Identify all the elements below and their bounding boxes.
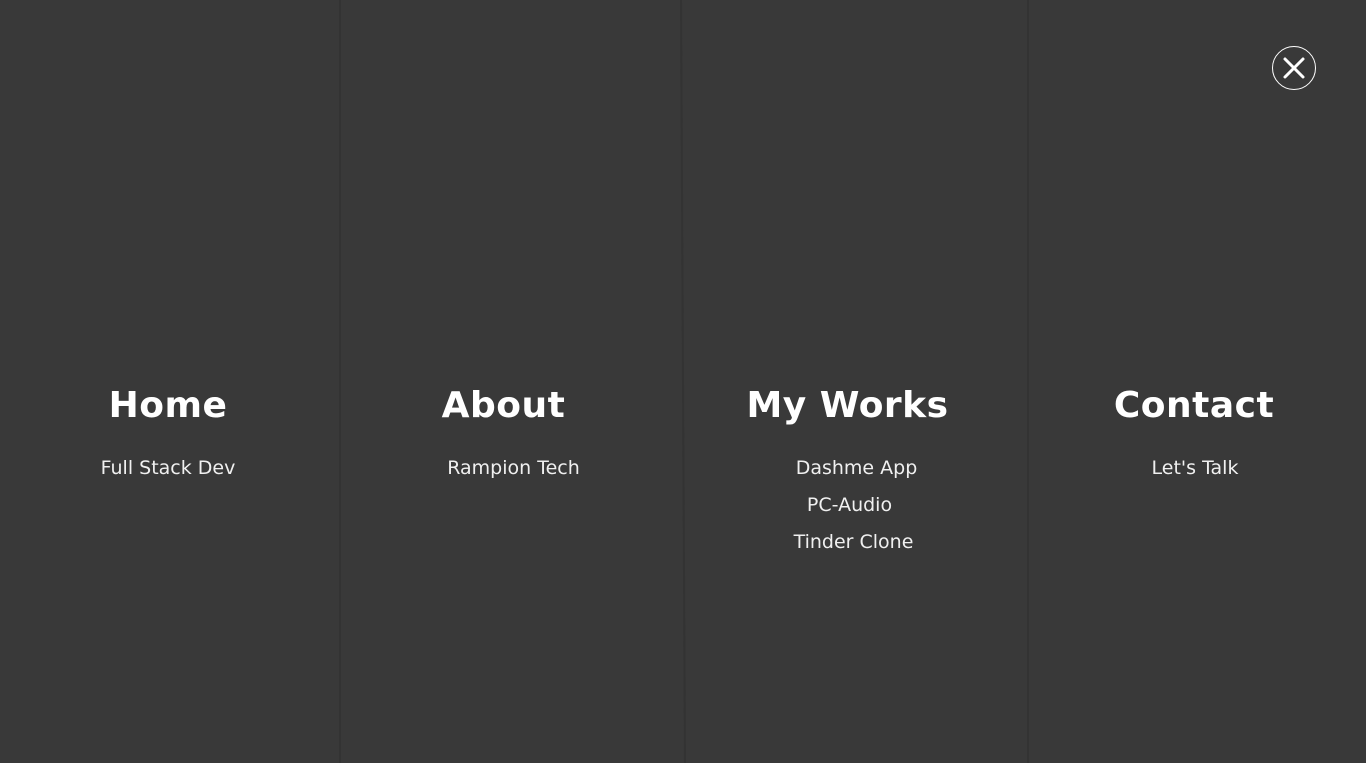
fullscreen-nav-overlay: Home Full Stack Dev About Rampion Tech M…: [0, 0, 1366, 763]
nav-column-contact: Contact Let's Talk: [1028, 0, 1366, 763]
close-icon: [1283, 57, 1305, 79]
nav-sublinks-about: Rampion Tech: [342, 450, 685, 487]
nav-column-about: About Rampion Tech: [340, 0, 683, 763]
nav-heading-about[interactable]: About: [332, 382, 675, 430]
nav-link-rampion-tech[interactable]: Rampion Tech: [447, 450, 580, 487]
nav-link-dashme-app[interactable]: Dashme App: [796, 450, 918, 487]
nav-column-home: Home Full Stack Dev: [0, 0, 340, 763]
nav-link-pc-audio[interactable]: PC-Audio: [807, 487, 892, 524]
nav-link-full-stack-dev[interactable]: Full Stack Dev: [101, 450, 236, 487]
nav-column-my-works: My Works Dashme App PC-Audio Tinder Clon…: [683, 0, 1028, 763]
nav-sublinks-contact: Let's Talk: [1026, 450, 1364, 487]
nav-heading-home[interactable]: Home: [0, 382, 338, 430]
close-menu-button[interactable]: [1272, 46, 1316, 90]
nav-heading-contact[interactable]: Contact: [1025, 382, 1363, 430]
nav-sublinks-my-works: Dashme App PC-Audio Tinder Clone: [683, 450, 1028, 561]
nav-link-tinder-clone[interactable]: Tinder Clone: [794, 524, 914, 561]
nav-heading-my-works[interactable]: My Works: [675, 382, 1020, 430]
nav-sublinks-home: Full Stack Dev: [0, 450, 338, 487]
nav-link-lets-talk[interactable]: Let's Talk: [1152, 450, 1239, 487]
